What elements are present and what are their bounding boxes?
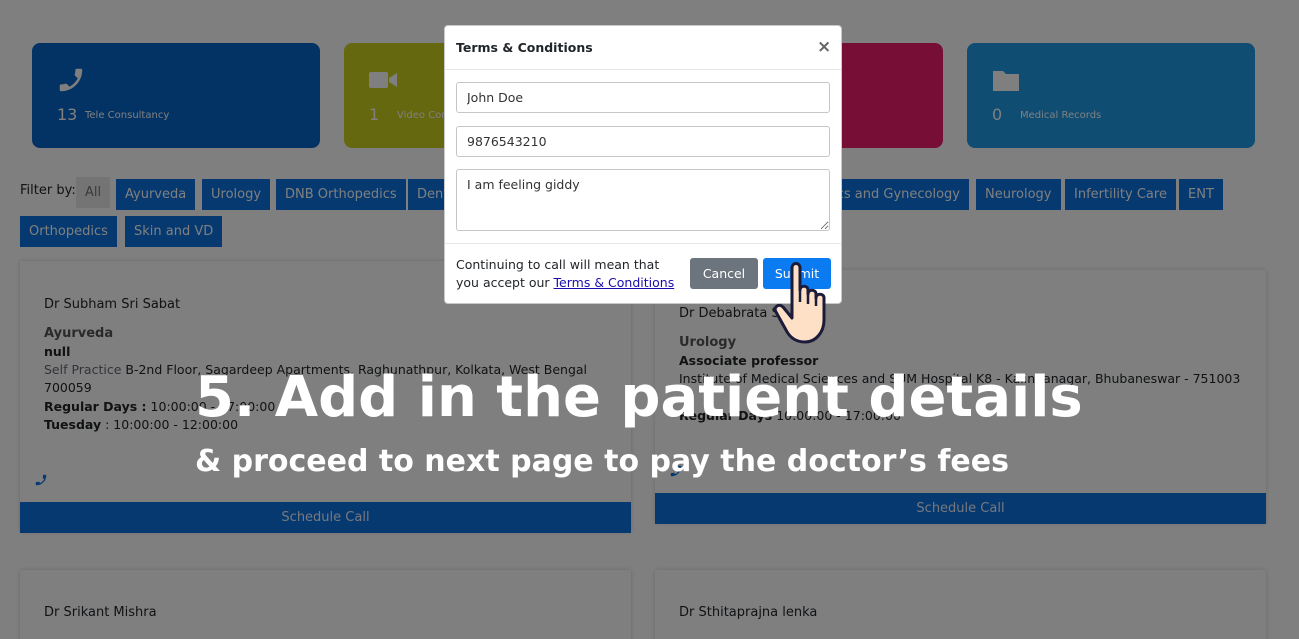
hand-pointer-icon: [773, 262, 826, 344]
terms-note: Continuing to call will mean that you ac…: [456, 256, 686, 292]
close-icon[interactable]: ×: [817, 37, 831, 57]
patient-name-input[interactable]: [456, 82, 830, 113]
modal-title: Terms & Conditions: [456, 40, 593, 55]
patient-phone-input[interactable]: [456, 126, 830, 157]
modal-divider: [445, 69, 841, 70]
cancel-button[interactable]: Cancel: [690, 258, 758, 289]
tutorial-caption-title: 5. Add in the patient details: [195, 365, 1083, 430]
tutorial-caption-subtitle: & proceed to next page to pay the doctor…: [195, 444, 1009, 479]
modal-divider: [445, 243, 841, 244]
symptoms-textarea[interactable]: I am feeling giddy: [456, 169, 830, 231]
terms-link[interactable]: Terms & Conditions: [554, 275, 675, 290]
